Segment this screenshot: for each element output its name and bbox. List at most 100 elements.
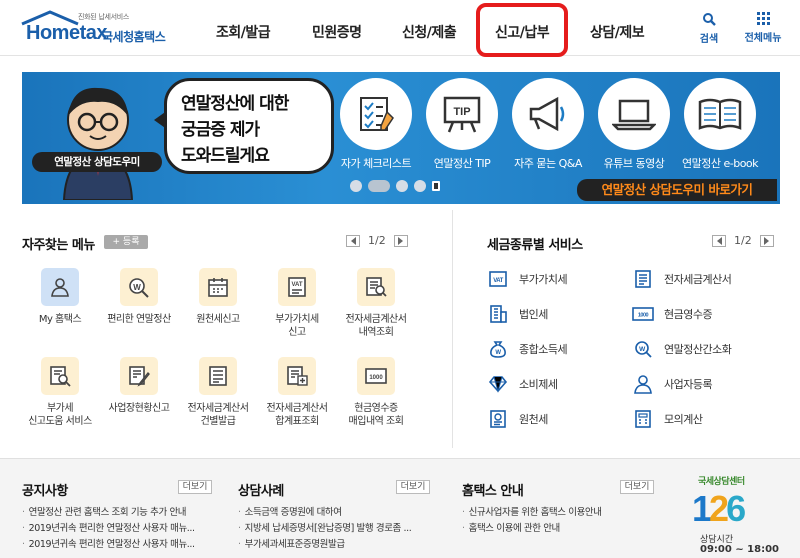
banner-youtube[interactable]: 유튜브 동영상 (596, 78, 672, 171)
cases-list: 소득금액 증명원에 대하여 지방세 납세증명서[완납증명] 발행 경로좀 ...… (238, 505, 412, 553)
search-button[interactable]: 검색 (689, 12, 729, 45)
speech-bubble: 연말정산에 대한 궁금증 제가 도와드릴게요 (164, 78, 334, 174)
fav-label: 전자세금계산서 내역조회 (345, 314, 407, 338)
banner-faq[interactable]: 자주 묻는 Q&A (510, 78, 586, 171)
banner-dot-2[interactable] (368, 180, 390, 192)
banknote-icon: 1000 (365, 368, 387, 384)
person-icon (51, 278, 69, 297)
highlight-box (476, 3, 568, 57)
banner-ebook[interactable]: 연말정산 e-book (682, 78, 759, 171)
favorite-business-status-report[interactable]: 사업장현황신고 (99, 357, 179, 415)
guide-item[interactable]: 홈택스 이용에 관한 안내 (462, 521, 602, 537)
diamond-icon (488, 376, 508, 393)
nav-lookup-issue[interactable]: 조회/발급 (216, 22, 271, 42)
logo-korean: 국세청홈택스 (102, 30, 166, 44)
fav-label: 전자세금계산서 건별발급 (187, 403, 249, 427)
banner-self-checklist-label: 자가 체크리스트 (340, 157, 412, 170)
guide-more-button[interactable]: 더보기 (620, 480, 654, 494)
tax-business-registration[interactable]: 사업자등록 (632, 373, 713, 395)
favorite-etax-single-issue[interactable]: 전자세금계산서 건별발급 (178, 357, 258, 428)
favorite-cash-receipt-purchases[interactable]: 1000 현금영수증 매입내역 조회 (336, 357, 416, 428)
banknote-icon: 1000 (632, 307, 654, 321)
banner-pagination (350, 180, 440, 192)
fav-label: 현금영수증 매입내역 조회 (348, 403, 404, 427)
tax-income[interactable]: W 종합소득세 (487, 338, 568, 360)
fav-label: 사업장현황신고 (108, 403, 170, 414)
open-book-icon (698, 98, 742, 130)
grid-icon (756, 12, 770, 25)
favorite-easy-year-end[interactable]: W 편리한 연말정산 (99, 268, 179, 326)
call-center-hours: 09:00 ~ 18:00 (700, 544, 780, 555)
call-center[interactable]: 국세상담센터 126 상담시간 09:00 ~ 18:00 (692, 474, 792, 558)
banner-faq-label: 자주 묻는 Q&A (514, 157, 582, 170)
favorite-vat-report[interactable]: VAT 부가가치세 신고 (257, 268, 337, 339)
nav-consult-report[interactable]: 상담/제보 (590, 22, 645, 42)
favorite-etax-summary-lookup[interactable]: 전자세금계산서 합계표조회 (257, 357, 337, 428)
nav-civil-certificate[interactable]: 민원증명 (312, 22, 362, 42)
guide-item[interactable]: 신규사업자를 위한 홈택스 이용안내 (462, 505, 602, 521)
tax-services-page-indicator: 1/2 (734, 234, 752, 247)
notice-item[interactable]: 2019년귀속 편리한 연말정산 사용자 매뉴... (22, 521, 195, 537)
call-center-number: 126 (692, 488, 746, 529)
favorites-prev-button[interactable] (346, 234, 360, 247)
invoice-plus-icon (287, 366, 308, 386)
cases-more-button[interactable]: 더보기 (396, 480, 430, 494)
calculator-icon (635, 410, 651, 428)
person-icon (634, 375, 652, 394)
tax-year-end-simplified[interactable]: W 연말정산간소화 (632, 338, 732, 360)
tax-mock-calculation[interactable]: 모의계산 (632, 408, 703, 430)
favorite-my-hometax[interactable]: My 홈택스 (20, 268, 100, 326)
tax-etax-invoice[interactable]: 전자세금계산서 (632, 268, 732, 290)
pause-icon[interactable] (432, 181, 440, 191)
document-pen-icon (129, 366, 150, 387)
promo-banner[interactable]: 연말정산 상담도우미 연말정산에 대한 궁금증 제가 도와드릴게요 자가 체크리… (22, 72, 780, 204)
banner-dot-3[interactable] (396, 180, 408, 192)
fav-label: 부가가치세 신고 (275, 314, 319, 338)
register-favorite-button[interactable]: + 등록 (104, 235, 148, 249)
favorites-title: 자주찾는 메뉴 (22, 238, 95, 253)
banner-dot-4[interactable] (414, 180, 426, 192)
notice-more-button[interactable]: 더보기 (178, 480, 212, 494)
banner-tip[interactable]: TIP 연말정산 TIP (424, 78, 500, 171)
guide-title: 홈택스 안내 (462, 484, 524, 499)
favorite-withholding-report[interactable]: 원천세신고 (178, 268, 258, 326)
banner-self-checklist[interactable]: 자가 체크리스트 (338, 78, 414, 171)
megaphone-icon (529, 96, 565, 132)
tax-withholding[interactable]: 원천세 (487, 408, 548, 430)
tax-corporate[interactable]: 법인세 (487, 303, 548, 325)
notice-item[interactable]: 연말정산 관련 홈택스 조회 기능 추가 안내 (22, 505, 195, 521)
notice-item[interactable]: 2019년귀속 편리한 연말정산 사용자 매뉴... (22, 537, 195, 553)
favorite-etax-invoice-lookup[interactable]: 전자세금계산서 내역조회 (336, 268, 416, 339)
tax-services-next-button[interactable] (759, 234, 774, 247)
helper-shortcut-button[interactable]: 연말정산 상담도우미 바로가기 (577, 179, 777, 201)
case-item[interactable]: 부가세과세표준증명원발급 (238, 537, 411, 553)
favorites-next-button[interactable] (393, 234, 408, 247)
checklist-icon (360, 97, 394, 131)
case-item[interactable]: 소득금액 증명원에 대하여 (238, 505, 411, 521)
tax-vat[interactable]: VAT 부가가치세 (487, 268, 568, 290)
svg-text:1000: 1000 (638, 313, 649, 319)
notice-title: 공지사항 (22, 484, 68, 499)
hometax-logo[interactable]: 진화된 납세서비스 Hometax 국세청홈택스 (18, 10, 178, 46)
all-menu-label: 전체메뉴 (744, 33, 782, 44)
banner-dot-1[interactable] (350, 180, 362, 192)
tax-consumption[interactable]: 소비제세 (487, 373, 558, 395)
guide-list: 신규사업자를 위한 홈택스 이용안내 홈택스 이용에 관한 안내 (462, 505, 602, 537)
bubble-line-3: 도와드릴게요 (181, 146, 270, 166)
case-item[interactable]: 지방세 납세증명서[완납증명] 발행 경로좀 ... (238, 521, 412, 537)
fav-label: My 홈택스 (38, 314, 82, 325)
nav-apply-submit[interactable]: 신청/제출 (402, 22, 457, 42)
money-bag-icon: W (490, 341, 506, 358)
all-menu-button[interactable]: 전체메뉴 (740, 12, 786, 44)
vat-icon: VAT (489, 271, 507, 287)
tax-services-prev-button[interactable] (712, 234, 726, 247)
coin-search-icon: W (129, 278, 149, 298)
favorite-vat-help[interactable]: 부가세 신고도움 서비스 (20, 357, 100, 428)
helper-character-icon (62, 87, 134, 200)
search-label: 검색 (699, 34, 719, 45)
svg-text:VAT: VAT (493, 278, 503, 284)
svg-text:VAT: VAT (291, 282, 302, 288)
tax-cash-receipt[interactable]: 1000 현금영수증 (632, 303, 713, 325)
tax-services-title: 세금종류별 서비스 (487, 238, 583, 253)
bubble-line-1: 연말정산에 대한 (181, 94, 289, 114)
